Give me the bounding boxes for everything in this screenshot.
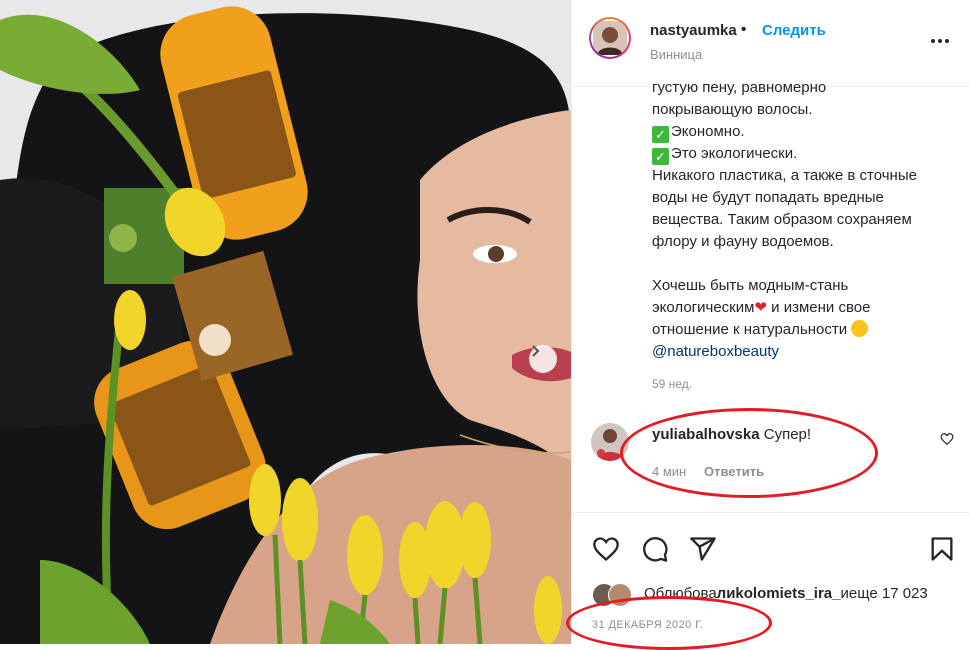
comment-avatar-image [591,423,629,461]
share-icon[interactable] [689,535,717,563]
post-age: 59 нед. [652,377,693,391]
caption-line: воды не будут попадать вредные [652,189,884,206]
likes-count[interactable]: иеще 17 023 [840,585,927,602]
post-date: 31 ДЕКАБРЯ 2020 Г. [592,619,704,631]
username-link[interactable]: nastyaumka [650,22,737,39]
caption-line: покрывающую волосы. [652,101,813,118]
post-photo[interactable] [0,0,571,644]
caption-line: Хочешь быть модным-стань [652,277,849,294]
liker-username[interactable]: лиkolomiets_ira_ [717,585,841,602]
next-image-button[interactable] [529,345,557,373]
likes-summary: Oблюбовалиkolomiets_ira_иеще 17 023 [644,585,928,602]
avatar[interactable] [591,19,629,57]
winking-face-emoji-icon [851,320,869,337]
mention-link[interactable]: @natureboxbeauty [652,341,952,363]
reply-button[interactable]: Ответить [704,464,764,479]
chevron-right-icon [532,345,540,357]
caption-line: густую пену, равномерно [652,79,827,96]
story-ring[interactable] [589,17,631,59]
post-header: nastyaumka • Следить Винница [572,0,969,87]
comment-icon[interactable] [641,535,669,563]
caption-line: ✓ Экономно. [652,121,952,143]
caption-line: отношение к натуральности [652,319,952,341]
avatar-image [593,21,627,55]
comment-avatar[interactable] [591,423,629,461]
follow-button[interactable]: Следить [762,22,826,39]
caption-line: экологическим❤ и измени свое [652,299,871,316]
heart-icon[interactable] [592,535,620,563]
caption-line: ✓ Это экологически. [652,143,952,165]
product-photo-illustration [0,0,571,644]
comment-like-heart-icon[interactable] [940,432,954,446]
location-link[interactable]: Винница [650,47,702,62]
separator-dot: • [741,21,747,38]
comment-username[interactable]: yuliabalhovska [652,426,760,443]
bookmark-icon[interactable] [928,535,956,563]
caption-line: флору и фауну водоемов. [652,233,834,250]
instagram-post-view: nastyaumka • Следить Винница густую пену… [0,0,969,650]
liker-avatars[interactable] [592,583,638,607]
check-mark-icon: ✓ [652,148,669,165]
comment-time: 4 мин [652,464,687,479]
caption-line: Никакого пластика, а также в сточные [652,167,917,184]
post-details-panel: nastyaumka • Следить Винница густую пену… [571,0,969,644]
red-heart-emoji-icon: ❤ [754,299,767,316]
liker-avatar [608,583,632,607]
check-mark-icon: ✓ [652,126,669,143]
post-actions: Oблюбовалиkolomiets_ira_иеще 17 023 31 Д… [572,512,969,645]
caption-line: вещества. Таким образом сохраняем [652,211,912,228]
comment-body: yuliabalhovska Супер! [652,426,811,443]
more-horizontal-icon[interactable] [928,29,952,53]
comment-text: Супер! [763,426,812,443]
post-caption: густую пену, равномерно покрывающую воло… [652,77,952,363]
